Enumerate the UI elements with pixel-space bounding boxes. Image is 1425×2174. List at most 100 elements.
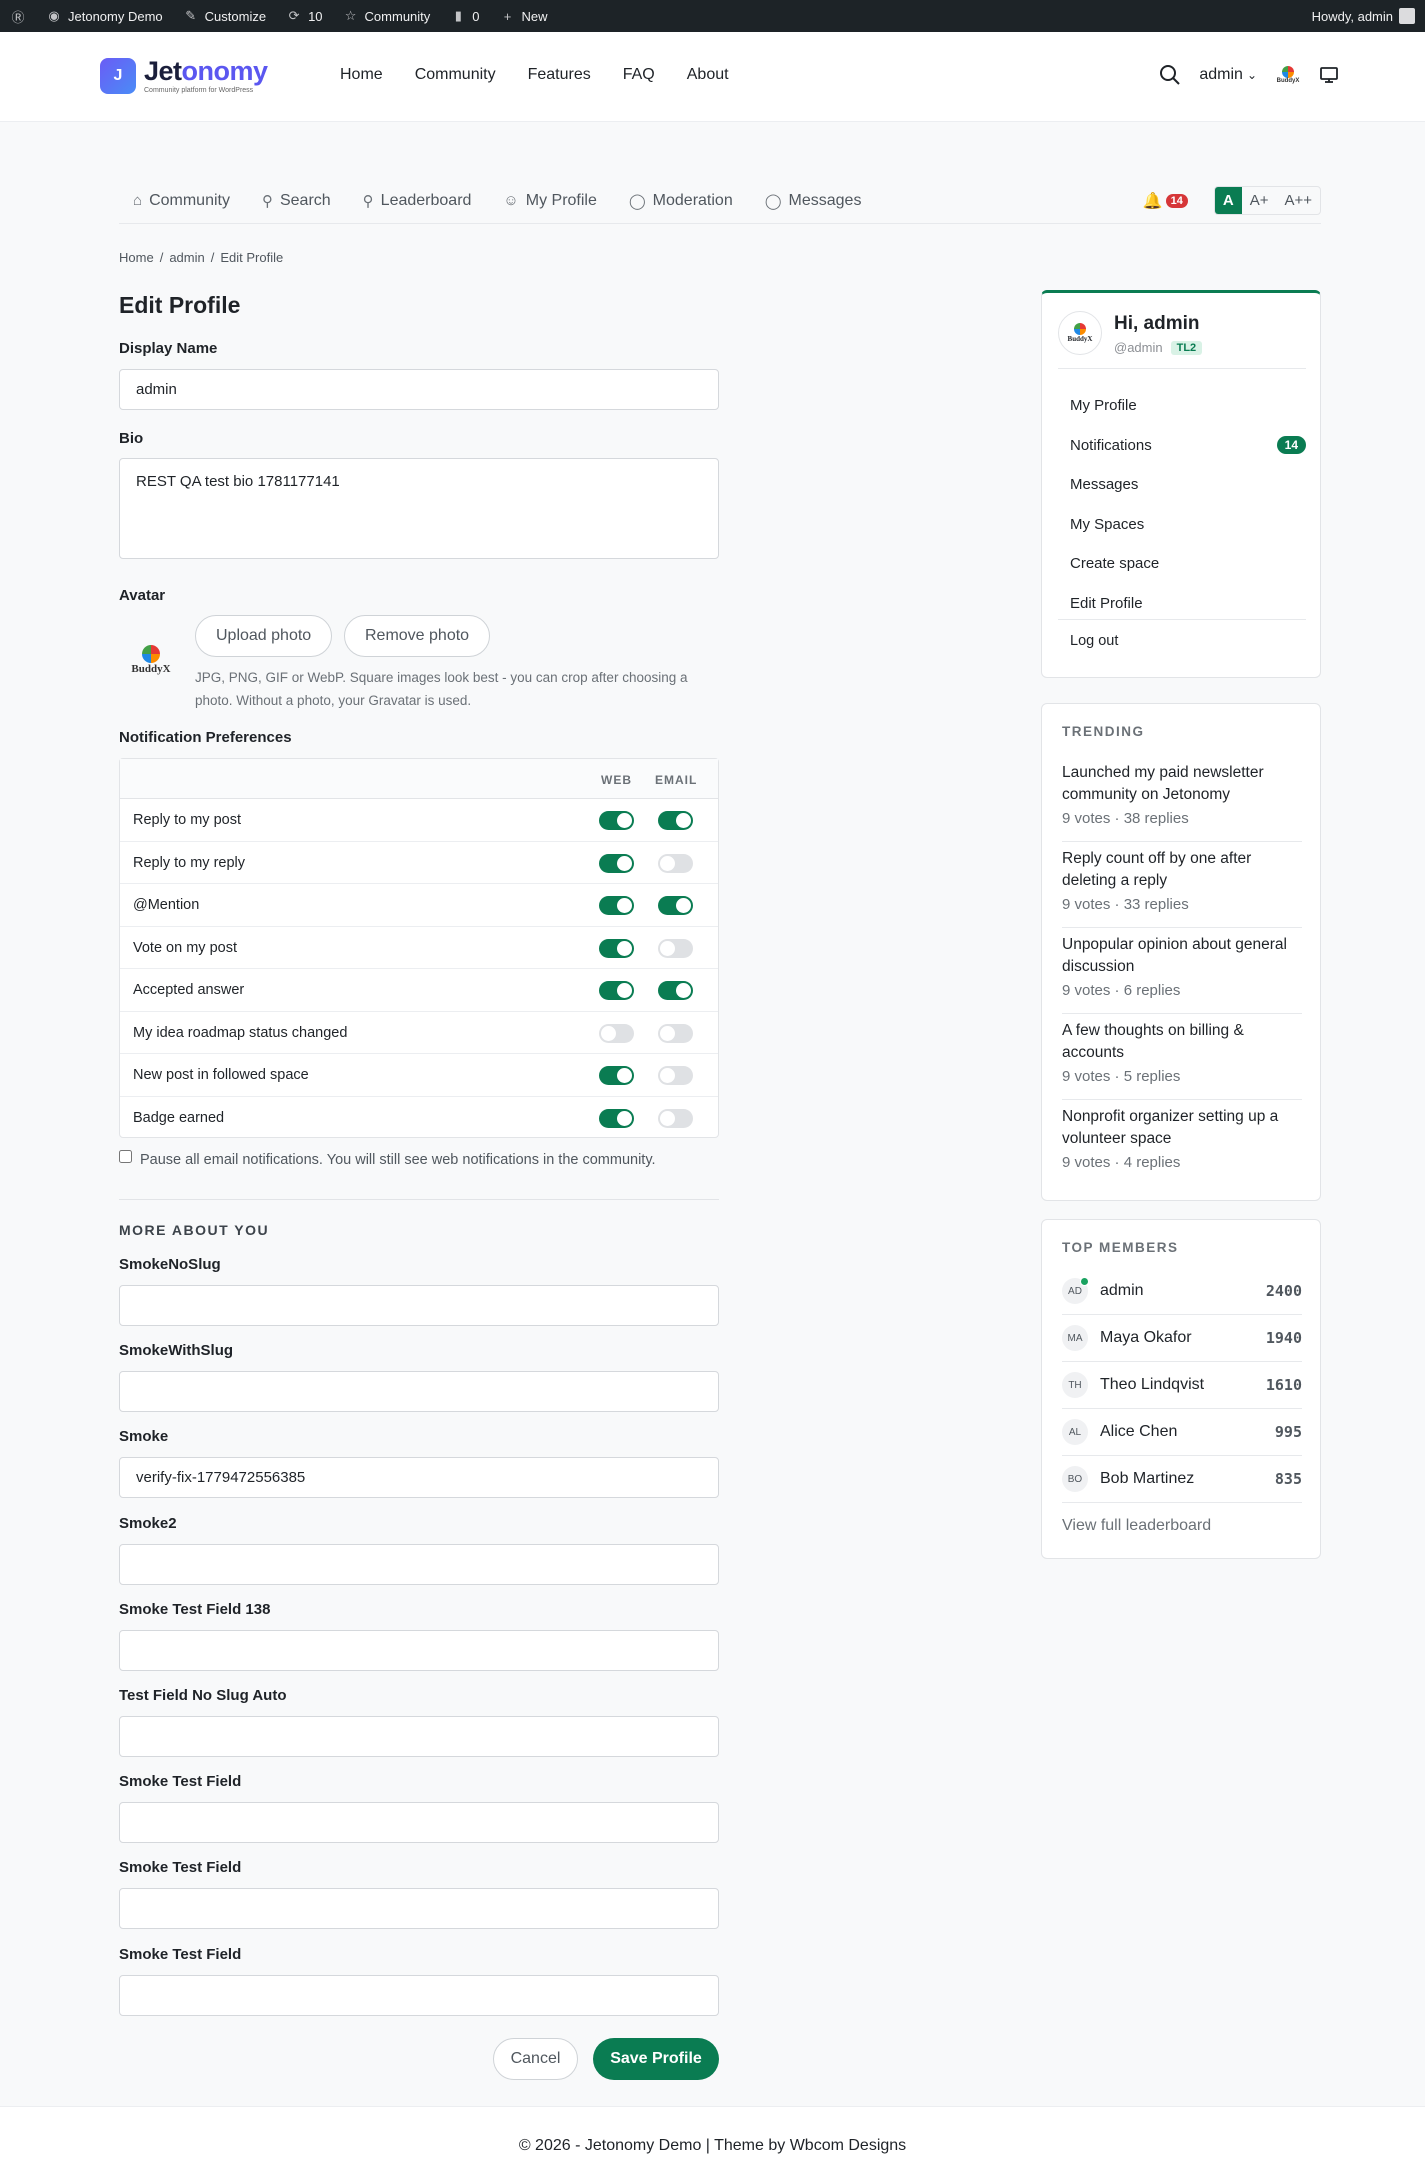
admin-bar-updates[interactable]: ⟳ 10 (276, 0, 332, 32)
trending-title[interactable]: Reply count off by one after deleting a … (1062, 848, 1302, 892)
admin-bar-site[interactable]: ◉ Jetonomy Demo (36, 0, 173, 32)
trending-card: TRENDING Launched my paid newsletter com… (1041, 703, 1321, 1201)
user-menu[interactable]: admin ⌄ (1199, 66, 1257, 84)
trending-title[interactable]: A few thoughts on billing & accounts (1062, 1020, 1302, 1064)
remove-photo-button[interactable]: Remove photo (344, 615, 491, 657)
email-toggle[interactable] (658, 938, 693, 958)
extra-field-input[interactable] (119, 1802, 719, 1844)
admin-bar-community[interactable]: ☆ Community (333, 0, 441, 32)
menu-create-space[interactable]: Create space (1070, 544, 1306, 584)
nav-about[interactable]: About (687, 66, 729, 84)
admin-bar-new[interactable]: + New (490, 0, 558, 32)
member-row[interactable]: AD admin 2400 (1062, 1268, 1302, 1315)
breadcrumb-admin[interactable]: admin (169, 250, 204, 265)
save-profile-button[interactable]: Save Profile (593, 2038, 719, 2080)
tab-my-profile[interactable]: ☺ My Profile (503, 192, 596, 210)
trending-heading: TRENDING (1062, 724, 1145, 739)
trending-item[interactable]: Unpopular opinion about general discussi… (1062, 928, 1302, 1014)
extra-field-input[interactable] (119, 1629, 719, 1671)
display-name-input[interactable] (119, 369, 719, 410)
extra-field-input[interactable] (119, 1888, 719, 1930)
tab-leaderboard[interactable]: ⚲ Leaderboard (363, 192, 472, 210)
web-toggle[interactable] (599, 1023, 634, 1043)
menu-my-profile[interactable]: My Profile (1070, 386, 1306, 426)
web-column-header: WEB (601, 773, 632, 787)
trending-item[interactable]: Nonprofit organizer setting up a volunte… (1062, 1100, 1302, 1186)
monitor-icon[interactable] (1319, 66, 1339, 84)
email-toggle[interactable] (658, 853, 693, 873)
extra-field-input[interactable] (119, 1716, 719, 1757)
extra-field-input[interactable] (119, 1457, 719, 1499)
page-title: Edit Profile (119, 292, 241, 318)
search-icon[interactable] (1159, 64, 1181, 86)
menu-notifications[interactable]: Notifications 14 (1070, 426, 1306, 466)
main-nav: Home Community Features FAQ About (340, 66, 729, 84)
tab-search[interactable]: ⚲ Search (262, 192, 331, 210)
menu-edit-profile[interactable]: Edit Profile (1070, 584, 1306, 624)
trending-title[interactable]: Launched my paid newsletter community on… (1062, 762, 1302, 806)
email-toggle[interactable] (658, 896, 693, 915)
nav-features[interactable]: Features (528, 66, 591, 84)
font-size-normal[interactable]: A (1214, 187, 1242, 214)
member-row[interactable]: MA Maya Okafor 1940 (1062, 1315, 1302, 1362)
trending-item[interactable]: Launched my paid newsletter community on… (1062, 756, 1302, 842)
wordpress-menu[interactable]: Ⓡ (0, 0, 36, 32)
trending-item[interactable]: Reply count off by one after deleting a … (1062, 842, 1302, 928)
web-toggle[interactable] (599, 938, 634, 958)
extra-field-input[interactable] (119, 1974, 719, 2016)
trophy-icon: ⚲ (362, 192, 374, 210)
search-icon: ⚲ (261, 192, 273, 210)
upload-photo-button[interactable]: Upload photo (195, 615, 333, 657)
bio-textarea[interactable]: REST QA test bio 1781177141 (119, 458, 719, 559)
nav-home[interactable]: Home (340, 66, 383, 84)
member-row[interactable]: BO Bob Martinez 835 (1062, 1456, 1302, 1503)
nav-community[interactable]: Community (415, 66, 496, 84)
email-toggle[interactable] (658, 1108, 693, 1128)
avatar (1399, 8, 1415, 24)
email-toggle[interactable] (658, 1023, 693, 1043)
admin-bar-comments[interactable]: ▮ 0 (440, 0, 489, 32)
notification-row: Vote on my post (120, 927, 718, 969)
community-nav: ⌂ Community ⚲ Search ⚲ Leaderboard ☺ My Prof… (119, 178, 1321, 224)
extra-field-input[interactable] (119, 1543, 719, 1585)
trending-title[interactable]: Nonprofit organizer setting up a volunte… (1062, 1106, 1302, 1150)
email-toggle[interactable] (658, 981, 693, 1000)
web-toggle[interactable] (599, 981, 634, 1000)
extra-field-input[interactable] (119, 1285, 719, 1326)
email-toggle[interactable] (658, 811, 693, 830)
web-toggle[interactable] (599, 1108, 634, 1128)
chevron-down-icon: ⌄ (1246, 68, 1257, 82)
member-row[interactable]: AL Alice Chen 995 (1062, 1409, 1302, 1456)
member-row[interactable]: TH Theo Lindqvist 1610 (1062, 1362, 1302, 1409)
nav-faq[interactable]: FAQ (623, 66, 655, 84)
web-toggle[interactable] (599, 853, 634, 873)
logout-link[interactable]: Log out (1070, 633, 1118, 649)
font-size-larger[interactable]: A++ (1276, 187, 1320, 214)
menu-my-spaces[interactable]: My Spaces (1070, 505, 1306, 545)
web-toggle[interactable] (599, 1066, 634, 1085)
font-size-large[interactable]: A+ (1242, 187, 1277, 214)
breadcrumb-home[interactable]: Home (119, 250, 154, 265)
trending-item[interactable]: A few thoughts on billing & accounts 9 vo… (1062, 1014, 1302, 1100)
pause-email-checkbox[interactable] (119, 1149, 132, 1163)
tab-moderation[interactable]: ◯ Moderation (629, 192, 733, 210)
menu-messages[interactable]: Messages (1070, 465, 1306, 505)
extra-field-input[interactable] (119, 1371, 719, 1413)
site-logo[interactable]: J Jetonomy Community platform for WordPr… (100, 58, 268, 94)
tab-messages[interactable]: ◯ Messages (765, 192, 862, 210)
notifications-bell[interactable]: 🔔 14 (1143, 191, 1188, 211)
dashboard-icon: ◉ (48, 8, 60, 23)
web-toggle[interactable] (599, 811, 634, 830)
web-toggle[interactable] (599, 896, 634, 915)
cancel-button[interactable]: Cancel (493, 2038, 578, 2080)
view-leaderboard-link[interactable]: View full leaderboard (1062, 1517, 1211, 1535)
brush-icon: ✎ (185, 8, 197, 23)
tab-community[interactable]: ⌂ Community (133, 192, 230, 210)
pause-email-option[interactable]: Pause all email notifications. You will … (119, 1149, 656, 1168)
admin-bar-customize[interactable]: ✎ Customize (173, 0, 276, 32)
comment-icon: ▮ (454, 8, 462, 23)
extra-field-label: SmokeWithSlug (119, 1342, 234, 1360)
admin-bar-account[interactable]: Howdy, admin (1302, 0, 1425, 32)
trending-title[interactable]: Unpopular opinion about general discussi… (1062, 934, 1302, 978)
email-toggle[interactable] (658, 1066, 693, 1085)
